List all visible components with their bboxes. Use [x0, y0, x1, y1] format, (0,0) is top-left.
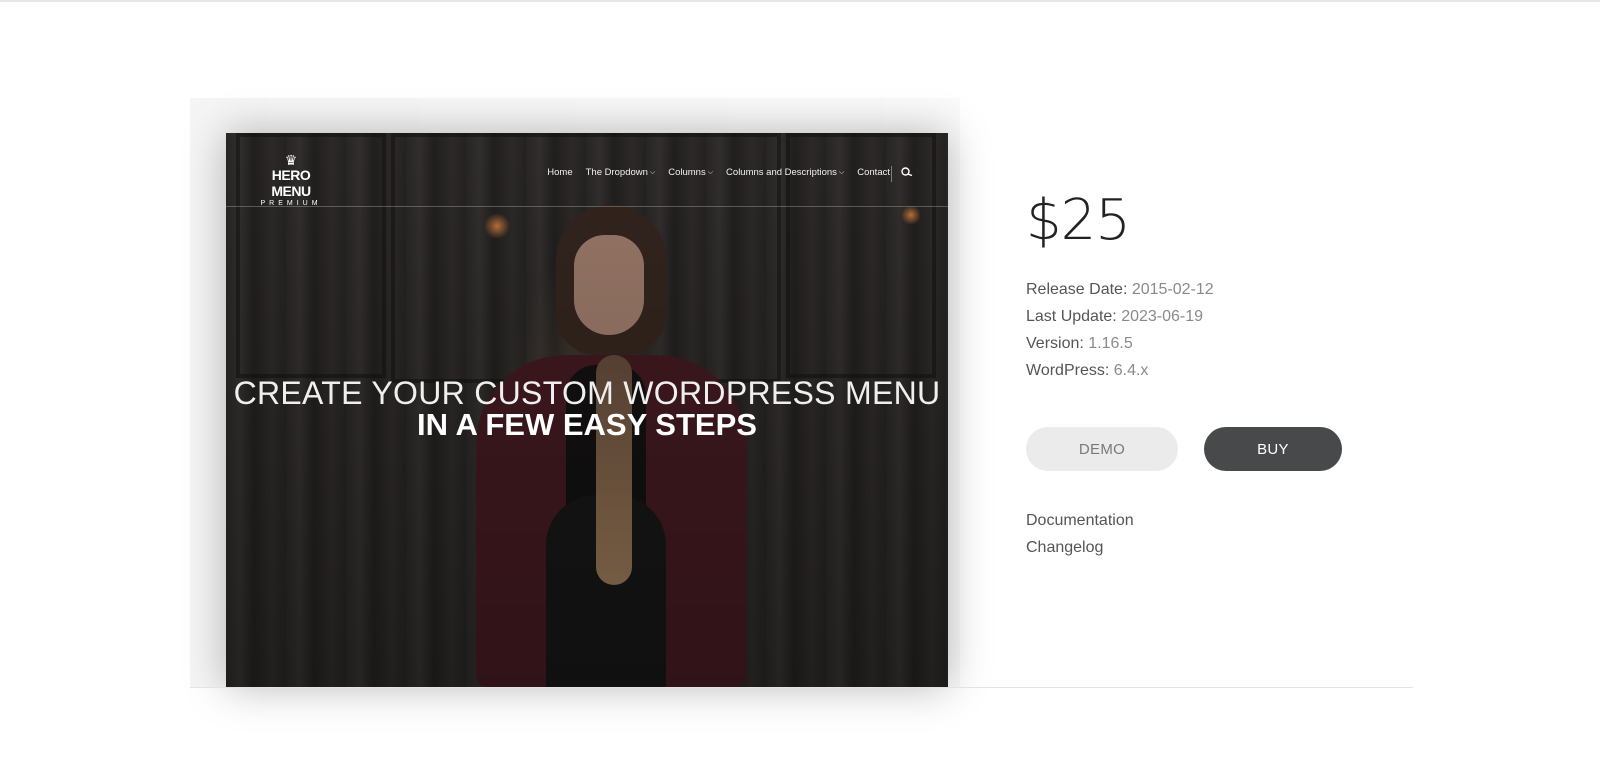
chevron-down-icon: ⌵: [649, 168, 656, 176]
chevron-down-icon: ⌵: [838, 168, 845, 176]
preview-navbar: ♛ HERO MENU PREMIUM Home The Dropdown ⌵ C…: [226, 133, 948, 207]
meta-value: 2015-02-12: [1131, 281, 1214, 298]
logo-main-text: HERO MENU: [271, 167, 311, 199]
meta-wordpress: WordPress: 6.4.x: [1026, 362, 1148, 380]
logo-sub-text: PREMIUM: [260, 200, 322, 207]
chevron-down-icon: ⌵: [707, 168, 714, 176]
meta-last-update: Last Update: 2023-06-19: [1026, 308, 1203, 326]
preview-nav-contact[interactable]: Contact: [857, 167, 890, 178]
search-icon[interactable]: [900, 166, 914, 180]
meta-label: WordPress:: [1026, 362, 1110, 379]
meta-label: Last Update:: [1026, 308, 1117, 325]
meta-value: 1.16.5: [1088, 335, 1133, 352]
preview-nav-dropdown[interactable]: The Dropdown ⌵: [586, 167, 656, 178]
preview-nav-columns[interactable]: Columns ⌵: [668, 167, 713, 178]
nav-separator: [891, 166, 892, 182]
meta-version: Version: 1.16.5: [1026, 335, 1133, 353]
buy-button[interactable]: BUY: [1204, 427, 1342, 471]
theme-preview-image[interactable]: ♛ HERO MENU PREMIUM Home The Dropdown ⌵ C…: [226, 133, 948, 687]
meta-label: Version:: [1026, 335, 1084, 352]
preview-nav-home[interactable]: Home: [547, 167, 572, 178]
section-divider: [190, 687, 1413, 688]
preview-subheadline: IN A FEW EASY STEPS: [417, 407, 757, 442]
meta-value: 2023-06-19: [1121, 308, 1204, 325]
hero-menu-logo: ♛ HERO MENU PREMIUM: [255, 153, 327, 208]
price: $25: [1026, 188, 1131, 253]
documentation-link[interactable]: Documentation: [1026, 512, 1134, 530]
changelog-link[interactable]: Changelog: [1026, 539, 1103, 557]
preview-nav-menu: Home The Dropdown ⌵ Columns ⌵ Columns and …: [534, 167, 890, 178]
preview-nav-columns-descriptions[interactable]: Columns and Descriptions ⌵: [726, 167, 844, 178]
meta-label: Release Date:: [1026, 281, 1128, 298]
meta-value: 6.4.x: [1113, 362, 1149, 379]
demo-button[interactable]: DEMO: [1026, 427, 1178, 471]
top-divider: [0, 0, 1600, 2]
crown-icon: ♛: [284, 152, 298, 168]
meta-release-date: Release Date: 2015-02-12: [1026, 281, 1214, 299]
